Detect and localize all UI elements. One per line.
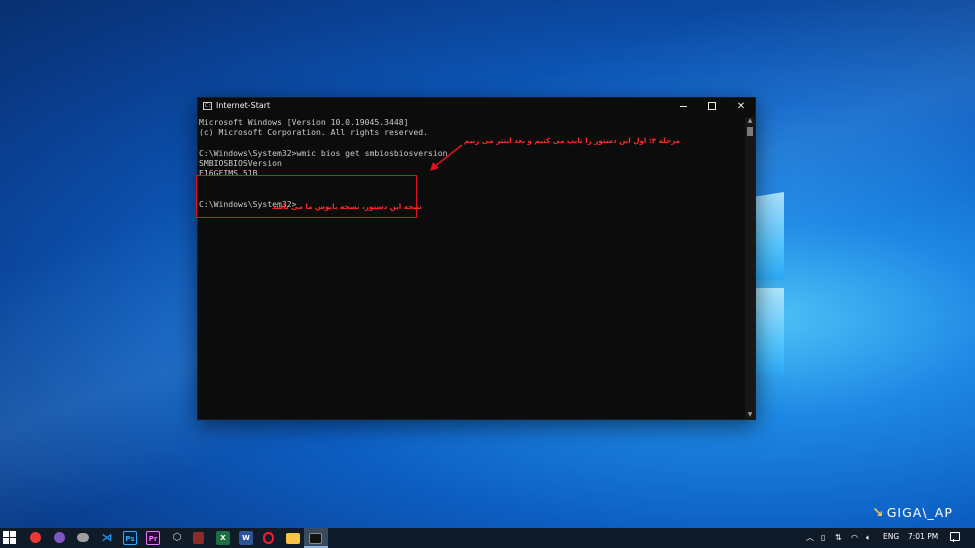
result-annotation: نتیجه این دستور، نسخه بایوس ما می باشد	[272, 202, 422, 211]
notification-center-icon[interactable]	[950, 532, 960, 542]
window-title: Internet-Start	[216, 101, 271, 110]
scroll-down-icon[interactable]: ▼	[745, 411, 755, 419]
title-bar[interactable]: C: Internet-Start ✕	[198, 98, 755, 116]
start-button[interactable]	[3, 531, 17, 545]
terminal-line: SMBIOSBIOSVersion	[199, 157, 282, 168]
terminal-output[interactable]: Microsoft Windows [Version 10.0.19045.34…	[196, 117, 744, 419]
vscode-icon[interactable]: ⋊	[100, 531, 114, 545]
device-icon[interactable]: ▯	[821, 532, 825, 544]
archive-icon[interactable]	[193, 532, 204, 544]
volume-icon[interactable]: 🔈︎	[866, 532, 871, 544]
maximize-button[interactable]	[697, 98, 727, 116]
watermark-text: GIGA\_AP	[886, 505, 953, 520]
photoshop-icon[interactable]: Ps	[123, 531, 137, 545]
word-icon[interactable]: W	[239, 531, 253, 545]
show-hidden-icons-chevron-icon[interactable]: ︿	[806, 532, 814, 544]
clock[interactable]: 7:01 PM	[908, 532, 938, 541]
step-annotation: مرحله ۴: اول این دستور را تایپ می کنیم و…	[464, 136, 681, 145]
terminal-line: C:\Windows\System32>wmic bios get smbios…	[199, 147, 448, 158]
watermark-glyph-icon: ↘	[872, 505, 885, 521]
console-window[interactable]: C: Internet-Start ✕ Microsoft Windows [V…	[196, 97, 756, 420]
terminal-line: Microsoft Windows [Version 10.0.19045.34…	[199, 117, 409, 127]
box-icon[interactable]: ⬡	[170, 531, 184, 545]
minimize-icon	[679, 105, 687, 107]
watermark-logo: ↘ GIGA\_AP	[872, 505, 953, 523]
excel-icon[interactable]: X	[216, 531, 230, 545]
annotation-arrow-icon	[430, 144, 463, 171]
scroll-up-icon[interactable]: ▲	[745, 117, 755, 125]
onedrive-icon[interactable]	[77, 533, 89, 542]
wifi-icon[interactable]: ◠	[851, 532, 858, 544]
terminal-line: (c) Microsoft Corporation. All rights re…	[199, 127, 429, 138]
close-button[interactable]: ✕	[726, 98, 756, 116]
close-icon: ✕	[736, 101, 746, 112]
file-explorer-icon[interactable]	[286, 533, 300, 544]
language-indicator[interactable]: ENG	[883, 532, 899, 541]
scroll-thumb[interactable]	[747, 127, 753, 136]
maximize-icon	[708, 102, 716, 110]
terminal-icon[interactable]	[309, 533, 322, 544]
vertical-scrollbar[interactable]: ▲ ▼	[745, 117, 755, 419]
minimize-button[interactable]	[668, 98, 698, 116]
tor-icon[interactable]	[54, 532, 65, 543]
premiere-icon[interactable]: Pr	[146, 531, 160, 545]
opera-icon[interactable]	[263, 532, 274, 544]
console-app-icon: C:	[203, 102, 212, 110]
taskbar: ⋊ Ps Pr ⬡ X W ︿ ▯ ⇅ ◠ 🔈︎ ENG 7:01 PM	[0, 528, 975, 548]
network-adapter-icon[interactable]: ⇅	[835, 532, 842, 544]
chrome-icon[interactable]	[30, 532, 41, 543]
